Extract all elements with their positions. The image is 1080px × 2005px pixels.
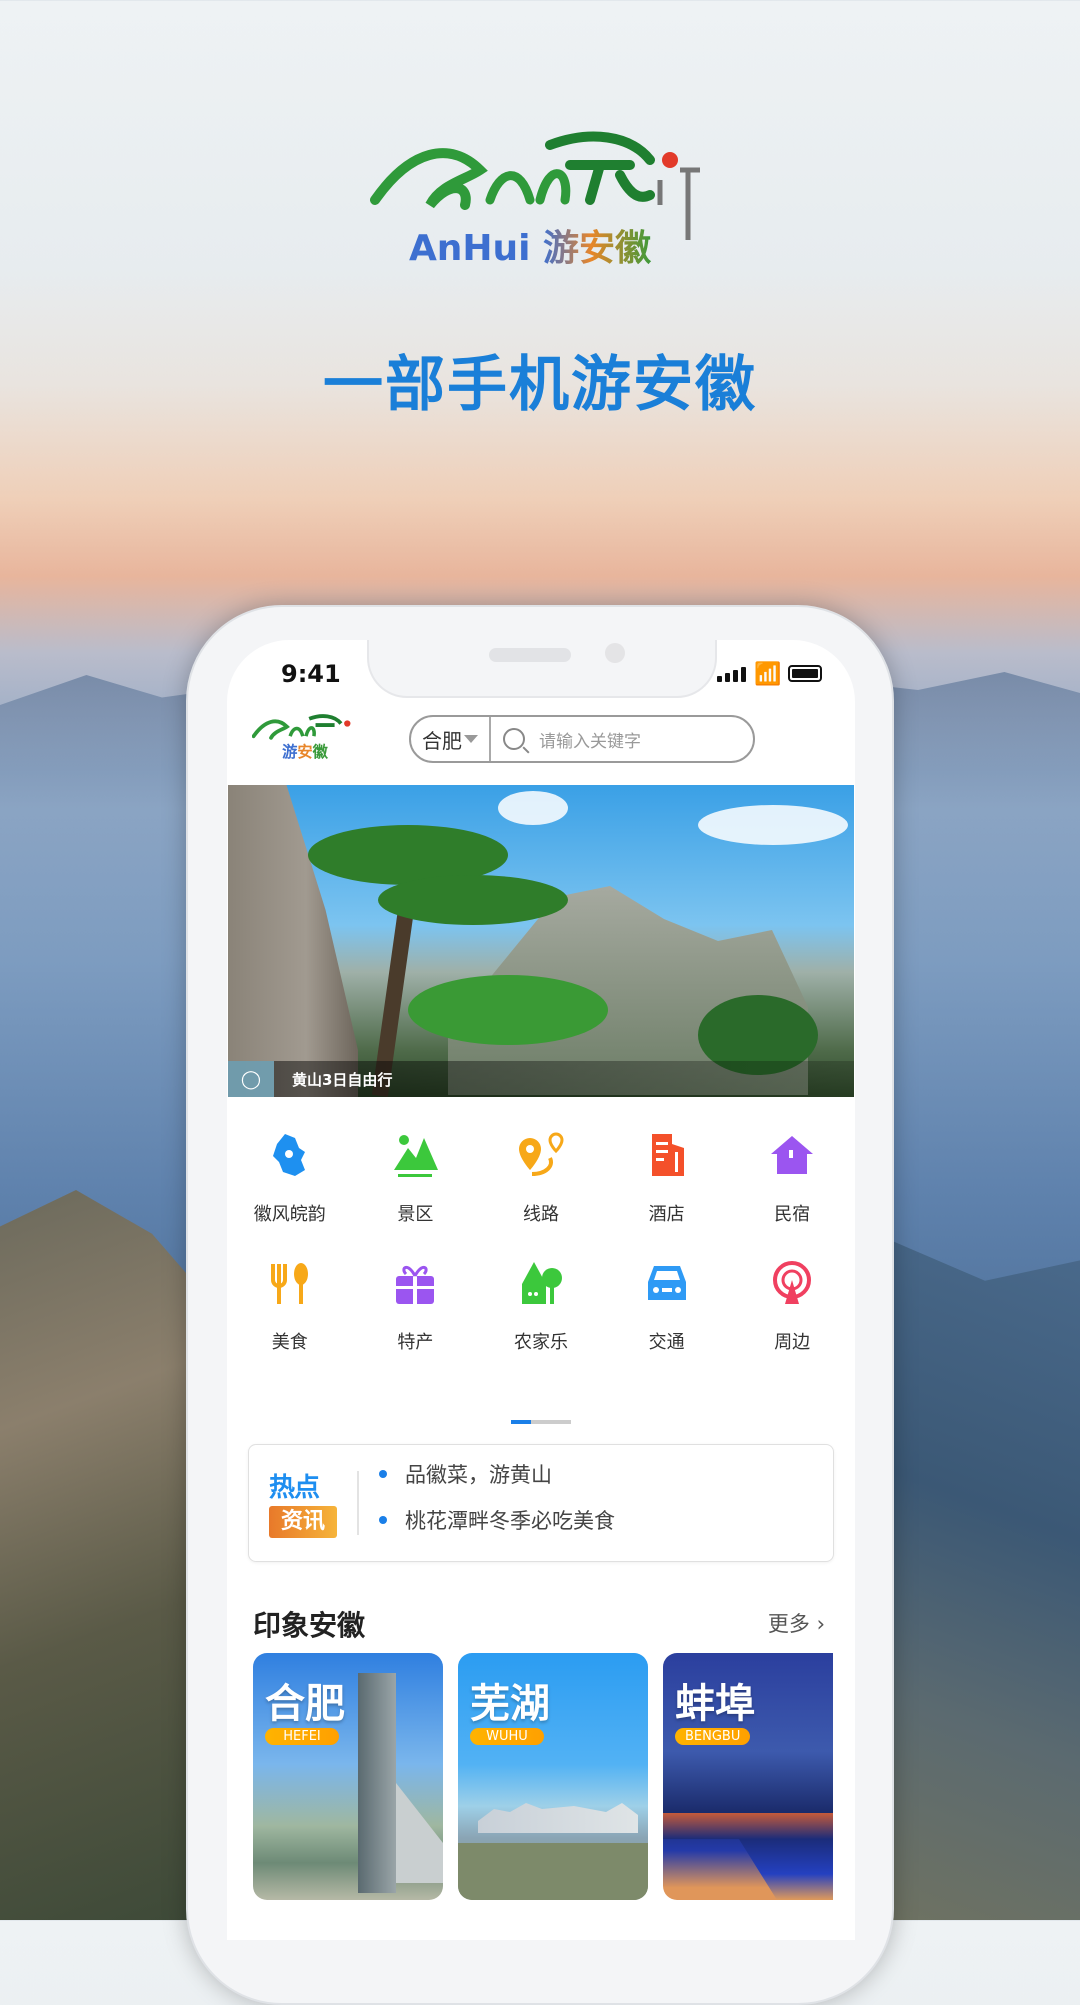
category-label: 农家乐 [513,1332,568,1353]
signal-icon [717,667,746,682]
pine-tree [408,975,608,1045]
news-item[interactable]: 品徽菜，游黄山 [379,1459,552,1489]
category-ferris-wheel[interactable]: 周边 [729,1258,855,1354]
search-bar[interactable]: 合肥 请输入关键字 [409,715,755,763]
chevron-right-icon: › [816,1612,825,1636]
category-label: 周边 [774,1332,811,1353]
category-label: 景区 [397,1204,434,1225]
city-name: 合肥 [265,1681,345,1727]
category-label: 徽风皖韵 [253,1204,326,1225]
category-label: 美食 [271,1332,308,1353]
boardwalk [663,1813,833,1900]
category-car[interactable]: 交通 [604,1258,730,1354]
city-label: 合肥 [422,728,462,753]
city-cards: 合肥 HEFEI 芜湖 WUHU 蚌埠 BENGBU [253,1653,833,1900]
news-text: 桃花潭畔冬季必吃美食 [405,1509,615,1533]
anhui-logo: AnHui 游安徽 [370,131,700,269]
grid-page-indicator [511,1420,571,1424]
wifi-icon: 📶 [754,662,782,687]
status-time: 9:41 [281,660,341,688]
location-pin-icon: ◯ [228,1061,274,1097]
cloud [498,791,568,825]
category-label: 线路 [522,1204,559,1225]
city-en-badge: BENGBU [675,1728,751,1745]
divider [357,1471,359,1535]
farmhouse-icon [516,1258,566,1308]
banner-caption-bar: ◯ 黄山3日自由行 [228,1061,854,1097]
more-link[interactable]: 更多 › [768,1608,825,1638]
app-screen: 9:41 📶 游安徽 合肥 请输入关键字 ◯ 黄山3日自由行 徽风皖韵 景区 线路 酒… [227,640,855,1940]
hot-news-panel[interactable]: 热点 资讯 品徽菜，游黄山 桃花潭畔冬季必吃美食 [248,1444,834,1562]
battery-icon [788,665,822,682]
anhui-map-icon [265,1130,315,1180]
ferris-wheel-icon [767,1258,817,1308]
category-fork-spoon[interactable]: 美食 [227,1258,353,1354]
category-house[interactable]: 民宿 [729,1130,855,1226]
camera [605,643,625,663]
hotel-icon [642,1130,692,1180]
cloud [698,805,848,845]
notch [367,640,717,698]
news-item[interactable]: 桃花潭畔冬季必吃美食 [379,1505,615,1535]
dropdown-arrow-icon [464,735,478,743]
pine-tree [378,875,568,925]
background-rock-right [890,1240,1080,1920]
city-en-badge: WUHU [470,1728,544,1745]
news-text: 品徽菜，游黄山 [405,1463,552,1487]
category-farmhouse[interactable]: 农家乐 [478,1258,604,1354]
category-label: 特产 [397,1332,434,1353]
skyline [478,1803,638,1833]
slogan: 一部手机游安徽 [323,350,757,420]
more-label: 更多 [767,1612,810,1636]
banner-carousel[interactable]: ◯ 黄山3日自由行 [228,785,854,1097]
logo-text: AnHui 游安徽 [409,228,652,269]
speaker [489,648,571,662]
rock-image [228,785,358,1097]
city-card-wuhu[interactable]: 芜湖 WUHU [458,1653,648,1900]
category-anhui-map[interactable]: 徽风皖韵 [227,1130,353,1226]
route-icon [516,1130,566,1180]
search-icon [503,728,525,750]
city-selector[interactable]: 合肥 [411,717,491,761]
car-icon [642,1258,692,1308]
category-route[interactable]: 线路 [478,1130,604,1226]
city-name: 芜湖 [470,1681,550,1727]
building [358,1673,396,1893]
bullet-icon [379,1470,387,1478]
bullet-icon [379,1516,387,1524]
building [396,1783,443,1883]
river-bank [458,1843,648,1900]
banner-caption: 黄山3日自由行 [292,1070,393,1089]
section-title: 印象安徽 [253,1609,366,1642]
category-mountain[interactable]: 景区 [353,1130,479,1226]
category-grid: 徽风皖韵 景区 线路 酒店 民宿美食 特产 农家乐 交通 周边 [227,1130,855,1354]
city-card-bengbu[interactable]: 蚌埠 BENGBU [663,1653,833,1900]
category-label: 交通 [648,1332,685,1353]
fork-spoon-icon [265,1258,315,1308]
category-gift[interactable]: 特产 [353,1258,479,1354]
hot-badge-top: 热点 [269,1473,320,1503]
mountain-icon [390,1130,440,1180]
hot-badge-bottom: 资讯 [269,1506,337,1538]
search-input[interactable]: 请输入关键字 [539,727,641,752]
header-logo: 游安徽 [252,714,351,761]
city-en-badge: HEFEI [265,1728,339,1745]
category-label: 酒店 [648,1204,685,1225]
category-label: 民宿 [774,1204,811,1225]
gift-icon [390,1258,440,1308]
svg-text:游安徽: 游安徽 [282,743,328,761]
city-name: 蚌埠 [675,1681,755,1727]
city-card-hefei[interactable]: 合肥 HEFEI [253,1653,443,1900]
background-rock-left [0,1190,190,1920]
category-hotel[interactable]: 酒店 [604,1130,730,1226]
house-icon [767,1130,817,1180]
